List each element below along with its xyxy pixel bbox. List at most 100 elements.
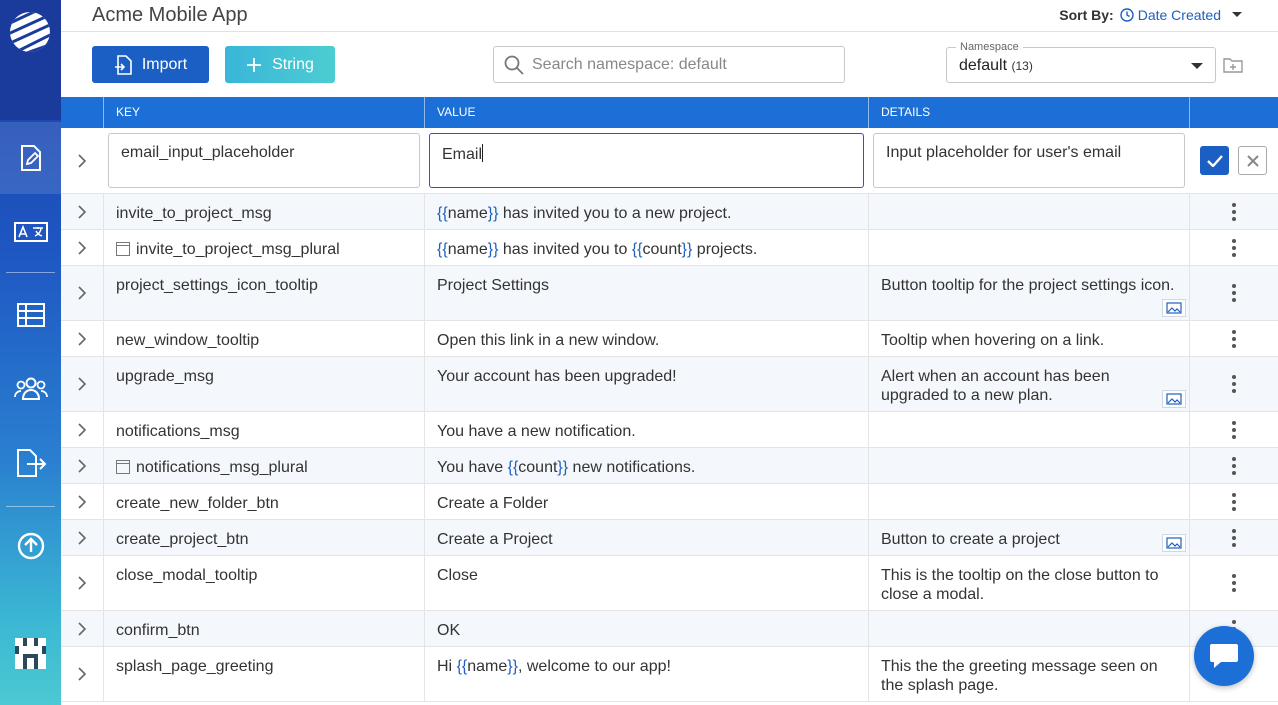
more-options-icon[interactable] <box>1232 420 1236 439</box>
screenshot-badge[interactable] <box>1162 390 1186 408</box>
value-input[interactable]: Email <box>429 133 864 188</box>
value-cell[interactable]: Your account has been upgraded! <box>424 357 868 411</box>
column-header-key[interactable]: KEY <box>103 97 424 128</box>
value-cell[interactable]: Create a Folder <box>424 484 868 519</box>
key-cell[interactable]: create_project_btn <box>103 520 424 555</box>
value-cell[interactable]: Create a Project <box>424 520 868 555</box>
add-string-button[interactable]: String <box>225 46 335 83</box>
row-actions <box>1189 357 1278 411</box>
expand-button[interactable] <box>61 412 103 447</box>
expand-button[interactable] <box>61 194 103 229</box>
screenshot-badge[interactable] <box>1162 534 1186 552</box>
table-row[interactable]: confirm_btn OK <box>61 611 1278 647</box>
details-cell[interactable] <box>868 448 1189 483</box>
logo-icon[interactable] <box>8 10 52 54</box>
sidebar-item-upload[interactable] <box>0 510 61 582</box>
value-cell[interactable]: You have {{count}} new notifications. <box>424 448 868 483</box>
details-cell[interactable] <box>868 230 1189 265</box>
expand-button[interactable] <box>61 520 103 555</box>
more-options-icon[interactable] <box>1232 528 1236 547</box>
expand-button[interactable] <box>61 611 103 646</box>
expand-button[interactable] <box>61 128 103 193</box>
details-input[interactable]: Input placeholder for user's email <box>873 133 1185 188</box>
table-row[interactable]: new_window_tooltip Open this link in a n… <box>61 321 1278 357</box>
value-cell[interactable]: Close <box>424 556 868 610</box>
details-cell[interactable]: Button tooltip for the project settings … <box>868 266 1189 320</box>
more-options-icon[interactable] <box>1232 329 1236 348</box>
value-cell[interactable]: {{name}} has invited you to a new projec… <box>424 194 868 229</box>
expand-button[interactable] <box>61 556 103 610</box>
value-cell[interactable]: Project Settings <box>424 266 868 320</box>
sort-control[interactable]: Sort By: Date Created <box>1059 7 1243 23</box>
more-options-icon[interactable] <box>1232 238 1236 257</box>
key-cell[interactable]: splash_page_greeting <box>103 647 424 701</box>
table-row[interactable]: close_modal_tooltip Close This is the to… <box>61 556 1278 611</box>
table-row[interactable]: notifications_msg You have a new notific… <box>61 412 1278 448</box>
screenshot-badge[interactable] <box>1162 299 1186 317</box>
sidebar-item-export[interactable] <box>0 427 61 499</box>
new-folder-icon[interactable] <box>1223 57 1243 73</box>
key-cell[interactable]: upgrade_msg <box>103 357 424 411</box>
key-cell[interactable]: project_settings_icon_tooltip <box>103 266 424 320</box>
table-row[interactable]: invite_to_project_msg_plural {{name}} ha… <box>61 230 1278 266</box>
sidebar-item-table[interactable] <box>0 279 61 351</box>
key-cell[interactable]: notifications_msg <box>103 412 424 447</box>
more-options-icon[interactable] <box>1232 574 1236 592</box>
value-cell[interactable]: You have a new notification. <box>424 412 868 447</box>
chat-button[interactable] <box>1194 626 1254 686</box>
column-header-details[interactable]: DETAILS <box>868 97 1189 128</box>
key-cell[interactable]: create_new_folder_btn <box>103 484 424 519</box>
search-box[interactable] <box>493 46 845 83</box>
more-options-icon[interactable] <box>1232 456 1236 475</box>
details-cell[interactable]: Button to create a project <box>868 520 1189 555</box>
search-input[interactable] <box>532 55 832 74</box>
key-cell[interactable]: invite_to_project_msg <box>103 194 424 229</box>
more-options-icon[interactable] <box>1232 202 1236 221</box>
namespace-select[interactable]: Namespace default (13) <box>946 41 1216 83</box>
details-cell[interactable]: Tooltip when hovering on a link. <box>868 321 1189 356</box>
key-cell[interactable]: close_modal_tooltip <box>103 556 424 610</box>
table-row[interactable]: invite_to_project_msg {{name}} has invit… <box>61 194 1278 230</box>
expand-button[interactable] <box>61 448 103 483</box>
value-cell[interactable]: Hi {{name}}, welcome to our app! <box>424 647 868 701</box>
details-cell[interactable] <box>868 412 1189 447</box>
more-options-icon[interactable] <box>1232 492 1236 511</box>
value-cell[interactable]: {{name}} has invited you to {{count}} pr… <box>424 230 868 265</box>
expand-button[interactable] <box>61 647 103 701</box>
table-row[interactable]: splash_page_greeting Hi {{name}}, welcom… <box>61 647 1278 702</box>
details-cell[interactable]: This the the greeting message seen on th… <box>868 647 1189 701</box>
sidebar-item-translations[interactable] <box>0 196 61 268</box>
key-cell[interactable]: confirm_btn <box>103 611 424 646</box>
sidebar-item-team[interactable] <box>0 352 61 424</box>
key-cell[interactable]: invite_to_project_msg_plural <box>103 230 424 265</box>
value-cell[interactable]: Open this link in a new window. <box>424 321 868 356</box>
table-row[interactable]: project_settings_icon_tooltip Project Se… <box>61 266 1278 321</box>
expand-button[interactable] <box>61 321 103 356</box>
import-button[interactable]: Import <box>92 46 209 83</box>
avatar[interactable] <box>15 638 46 669</box>
expand-button[interactable] <box>61 357 103 411</box>
value-cell[interactable]: OK <box>424 611 868 646</box>
table-row[interactable]: create_new_folder_btn Create a Folder <box>61 484 1278 520</box>
more-options-icon[interactable] <box>1232 375 1236 393</box>
key-input[interactable]: email_input_placeholder <box>108 133 420 188</box>
more-options-icon[interactable] <box>1232 284 1236 302</box>
key-cell[interactable]: notifications_msg_plural <box>103 448 424 483</box>
table-row[interactable]: notifications_msg_plural You have {{coun… <box>61 448 1278 484</box>
confirm-button[interactable] <box>1200 146 1229 175</box>
table-row[interactable]: create_project_btn Create a Project Butt… <box>61 520 1278 556</box>
key-cell[interactable]: new_window_tooltip <box>103 321 424 356</box>
details-cell[interactable] <box>868 611 1189 646</box>
sidebar-item-strings[interactable] <box>0 122 61 194</box>
details-cell[interactable]: This is the tooltip on the close button … <box>868 556 1189 610</box>
expand-button[interactable] <box>61 484 103 519</box>
table-row[interactable]: upgrade_msg Your account has been upgrad… <box>61 357 1278 412</box>
expand-button[interactable] <box>61 266 103 320</box>
details-cell[interactable]: Alert when an account has been upgraded … <box>868 357 1189 411</box>
cancel-button[interactable] <box>1238 146 1267 175</box>
sort-dropdown[interactable]: Date Created <box>1120 7 1243 23</box>
column-header-value[interactable]: VALUE <box>424 97 868 128</box>
details-cell[interactable] <box>868 194 1189 229</box>
details-cell[interactable] <box>868 484 1189 519</box>
expand-button[interactable] <box>61 230 103 265</box>
